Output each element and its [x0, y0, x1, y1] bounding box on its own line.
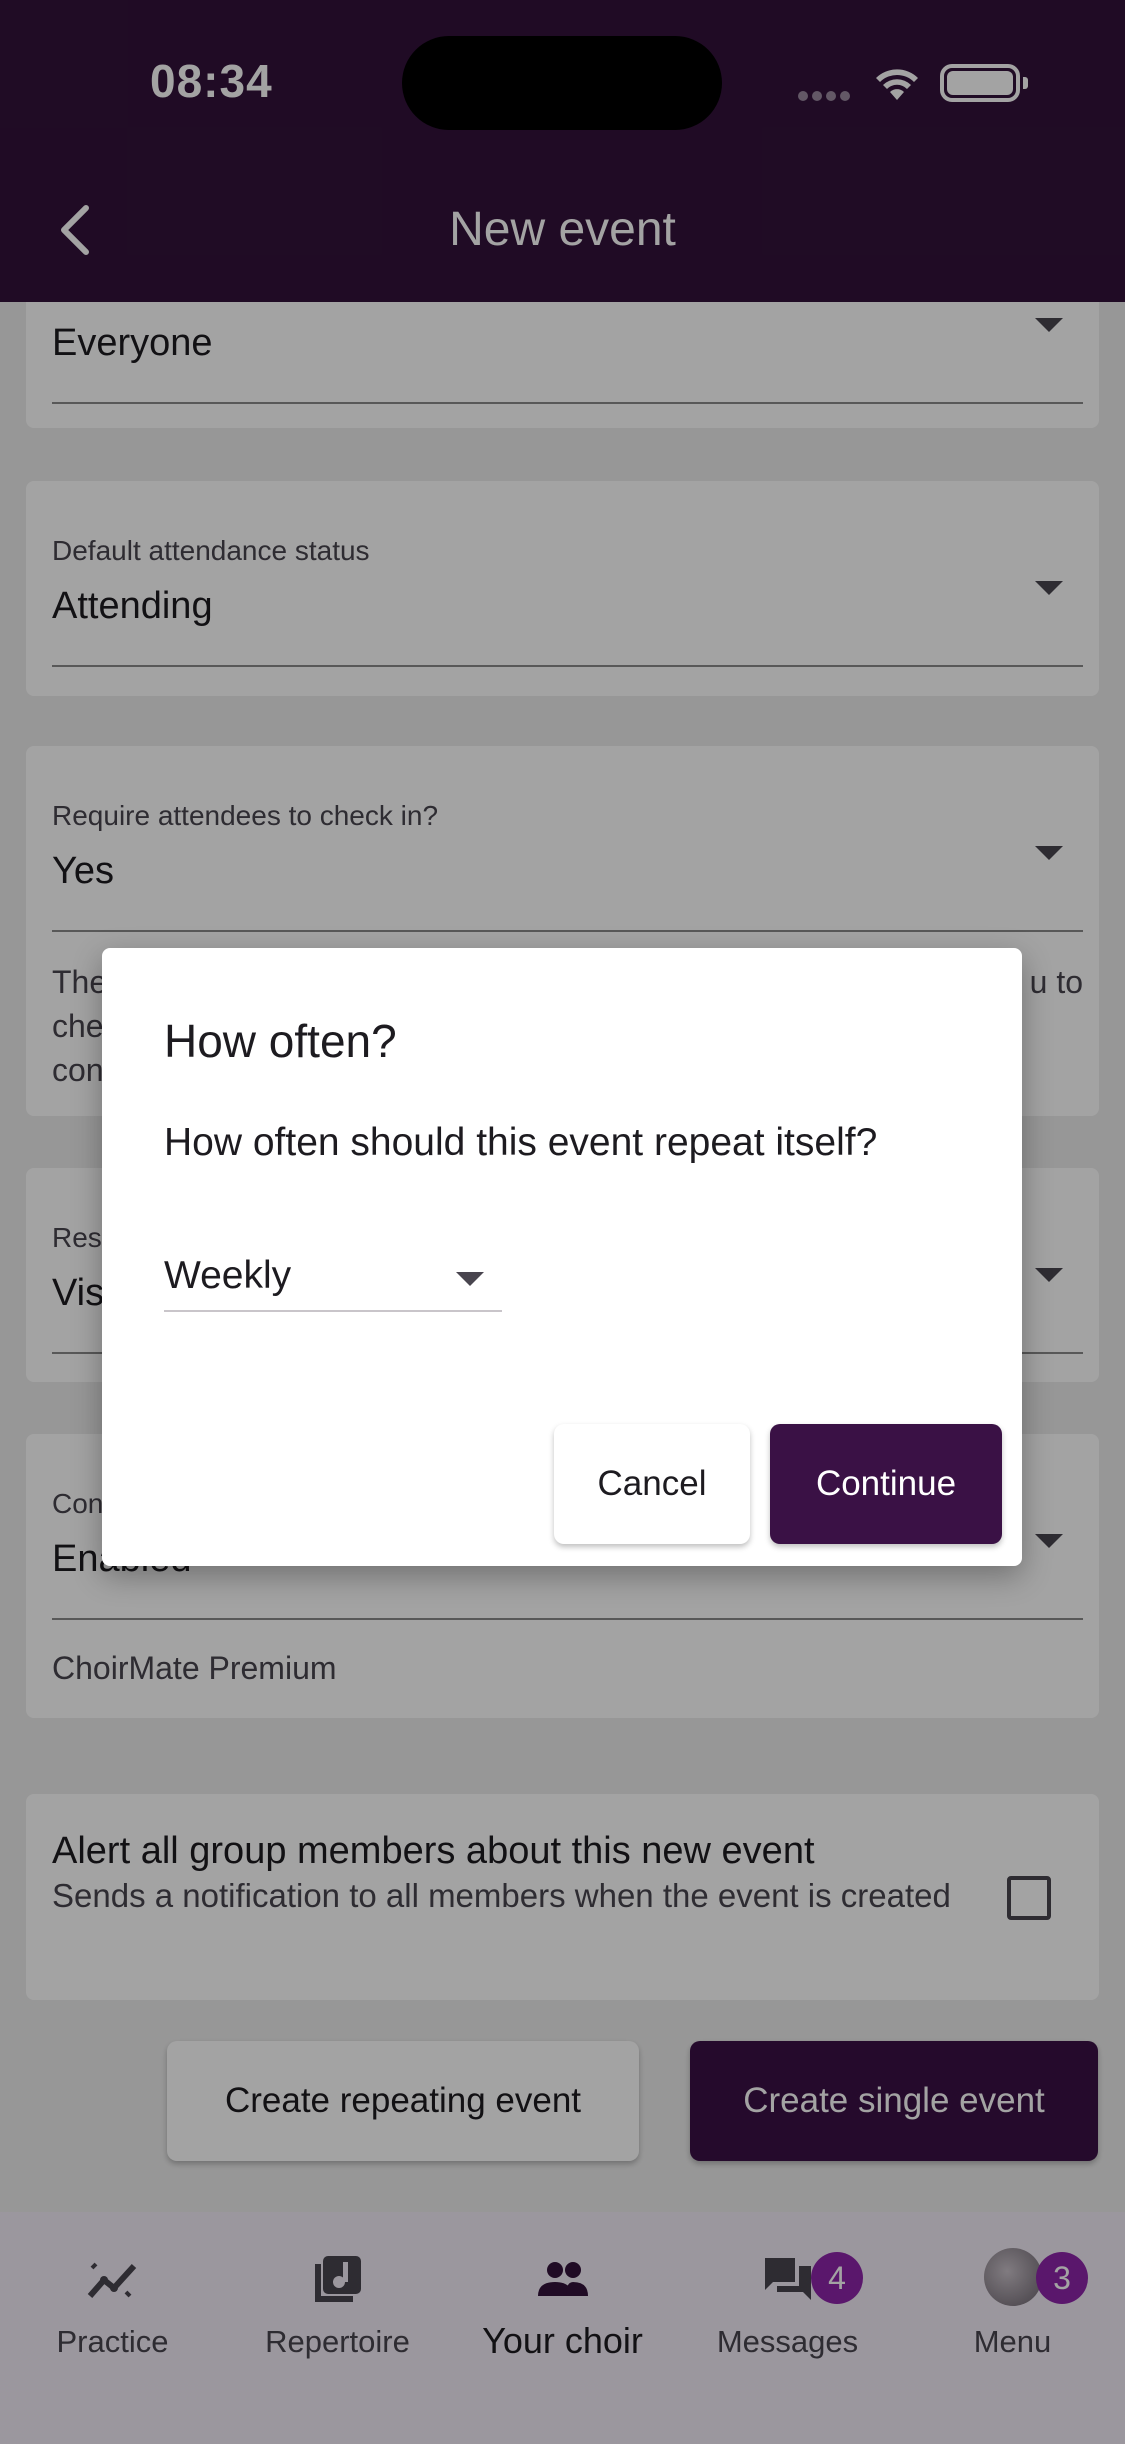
cancel-button[interactable]: Cancel — [554, 1424, 750, 1544]
continue-button[interactable]: Continue — [770, 1424, 1002, 1544]
repeat-frequency-dialog: How often? How often should this event r… — [102, 948, 1022, 1566]
dialog-body: How often should this event repeat itsel… — [164, 1121, 878, 1164]
frequency-select-value: Weekly — [164, 1254, 292, 1297]
dialog-title: How often? — [164, 1015, 397, 1067]
frequency-select[interactable]: Weekly — [164, 1248, 502, 1312]
chevron-down-icon — [456, 1272, 484, 1286]
